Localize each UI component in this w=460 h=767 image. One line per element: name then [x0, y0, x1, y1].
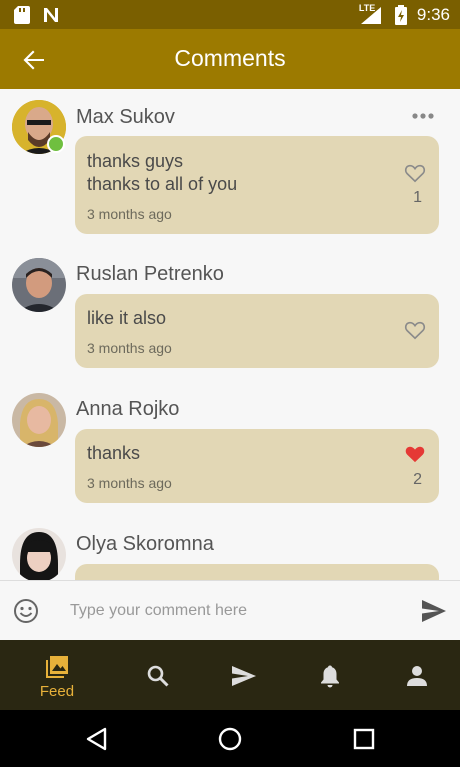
search-icon: [147, 665, 169, 687]
comment-item: Anna Rojko thanks 3 months ago 2: [0, 381, 460, 511]
comment-author[interactable]: Anna Rojko: [76, 398, 179, 421]
comment-bubble: [75, 564, 439, 580]
online-status-dot: [47, 135, 65, 153]
send-icon[interactable]: [421, 599, 447, 623]
comment-item: Olya Skoromna: [0, 516, 460, 580]
comment-text: thanks: [87, 443, 141, 463]
avatar[interactable]: [12, 393, 66, 447]
battery-icon: [394, 5, 407, 25]
back-triangle-icon[interactable]: [84, 726, 110, 752]
heart-outline-icon[interactable]: [404, 320, 426, 340]
home-circle-icon[interactable]: [217, 726, 243, 752]
bottom-navigation: Feed: [0, 640, 460, 710]
heart-filled-icon[interactable]: [404, 444, 426, 464]
nav-search[interactable]: [112, 640, 204, 710]
comment-author[interactable]: Max Sukov: [76, 106, 175, 129]
n-notification-icon: [44, 8, 58, 22]
page-title: Comments: [174, 45, 286, 71]
send-icon: [232, 666, 256, 686]
bell-icon: [321, 665, 339, 688]
nav-label: Feed: [39, 683, 75, 700]
clock: 9:36: [416, 5, 450, 24]
comment-composer: [0, 580, 460, 640]
comment-time: 3 months ago: [87, 206, 172, 222]
comment-item: Max Sukov thanks guys thanks to all of y…: [0, 89, 460, 239]
comment-time: 3 months ago: [87, 340, 172, 356]
emoji-icon[interactable]: [13, 598, 39, 624]
status-bar: LTE 9:36: [0, 0, 460, 29]
avatar[interactable]: [12, 528, 66, 580]
comment-author[interactable]: Olya Skoromna: [76, 533, 214, 556]
person-icon: [407, 666, 427, 686]
recents-square-icon[interactable]: [351, 726, 377, 752]
comments-list[interactable]: Max Sukov thanks guys thanks to all of y…: [0, 89, 460, 580]
system-navigation-bar: [0, 710, 460, 767]
avatar-image: [12, 393, 66, 447]
nav-feed[interactable]: Feed: [11, 640, 103, 710]
like-count: 2: [413, 471, 422, 488]
more-options-icon[interactable]: [412, 112, 434, 120]
heart-outline-icon[interactable]: [404, 163, 426, 183]
avatar-image: [12, 258, 66, 312]
comment-text: like it also: [87, 308, 167, 328]
comment-bubble: thanks 3 months ago 2: [75, 429, 439, 503]
lte-signal-icon: LTE: [358, 3, 385, 25]
sd-card-icon: [14, 6, 30, 24]
comment-bubble: thanks guys thanks to all of you 3 month…: [75, 136, 439, 234]
comment-time: 3 months ago: [87, 475, 172, 491]
photos-icon: [46, 656, 68, 678]
avatar-image: [12, 528, 66, 580]
comment-text: thanks guys thanks to all of you: [87, 151, 238, 194]
comment-item: Ruslan Petrenko like it also 3 months ag…: [0, 246, 460, 376]
avatar[interactable]: [12, 258, 66, 312]
comment-input[interactable]: [62, 595, 402, 627]
app-bar: Comments: [0, 29, 460, 89]
nav-profile[interactable]: [371, 640, 460, 710]
like-count: 1: [413, 189, 422, 206]
nav-send[interactable]: [198, 640, 290, 710]
nav-notifications[interactable]: [284, 640, 376, 710]
comment-bubble: like it also 3 months ago: [75, 294, 439, 368]
network-type: LTE: [358, 3, 376, 13]
comment-author[interactable]: Ruslan Petrenko: [76, 263, 224, 286]
